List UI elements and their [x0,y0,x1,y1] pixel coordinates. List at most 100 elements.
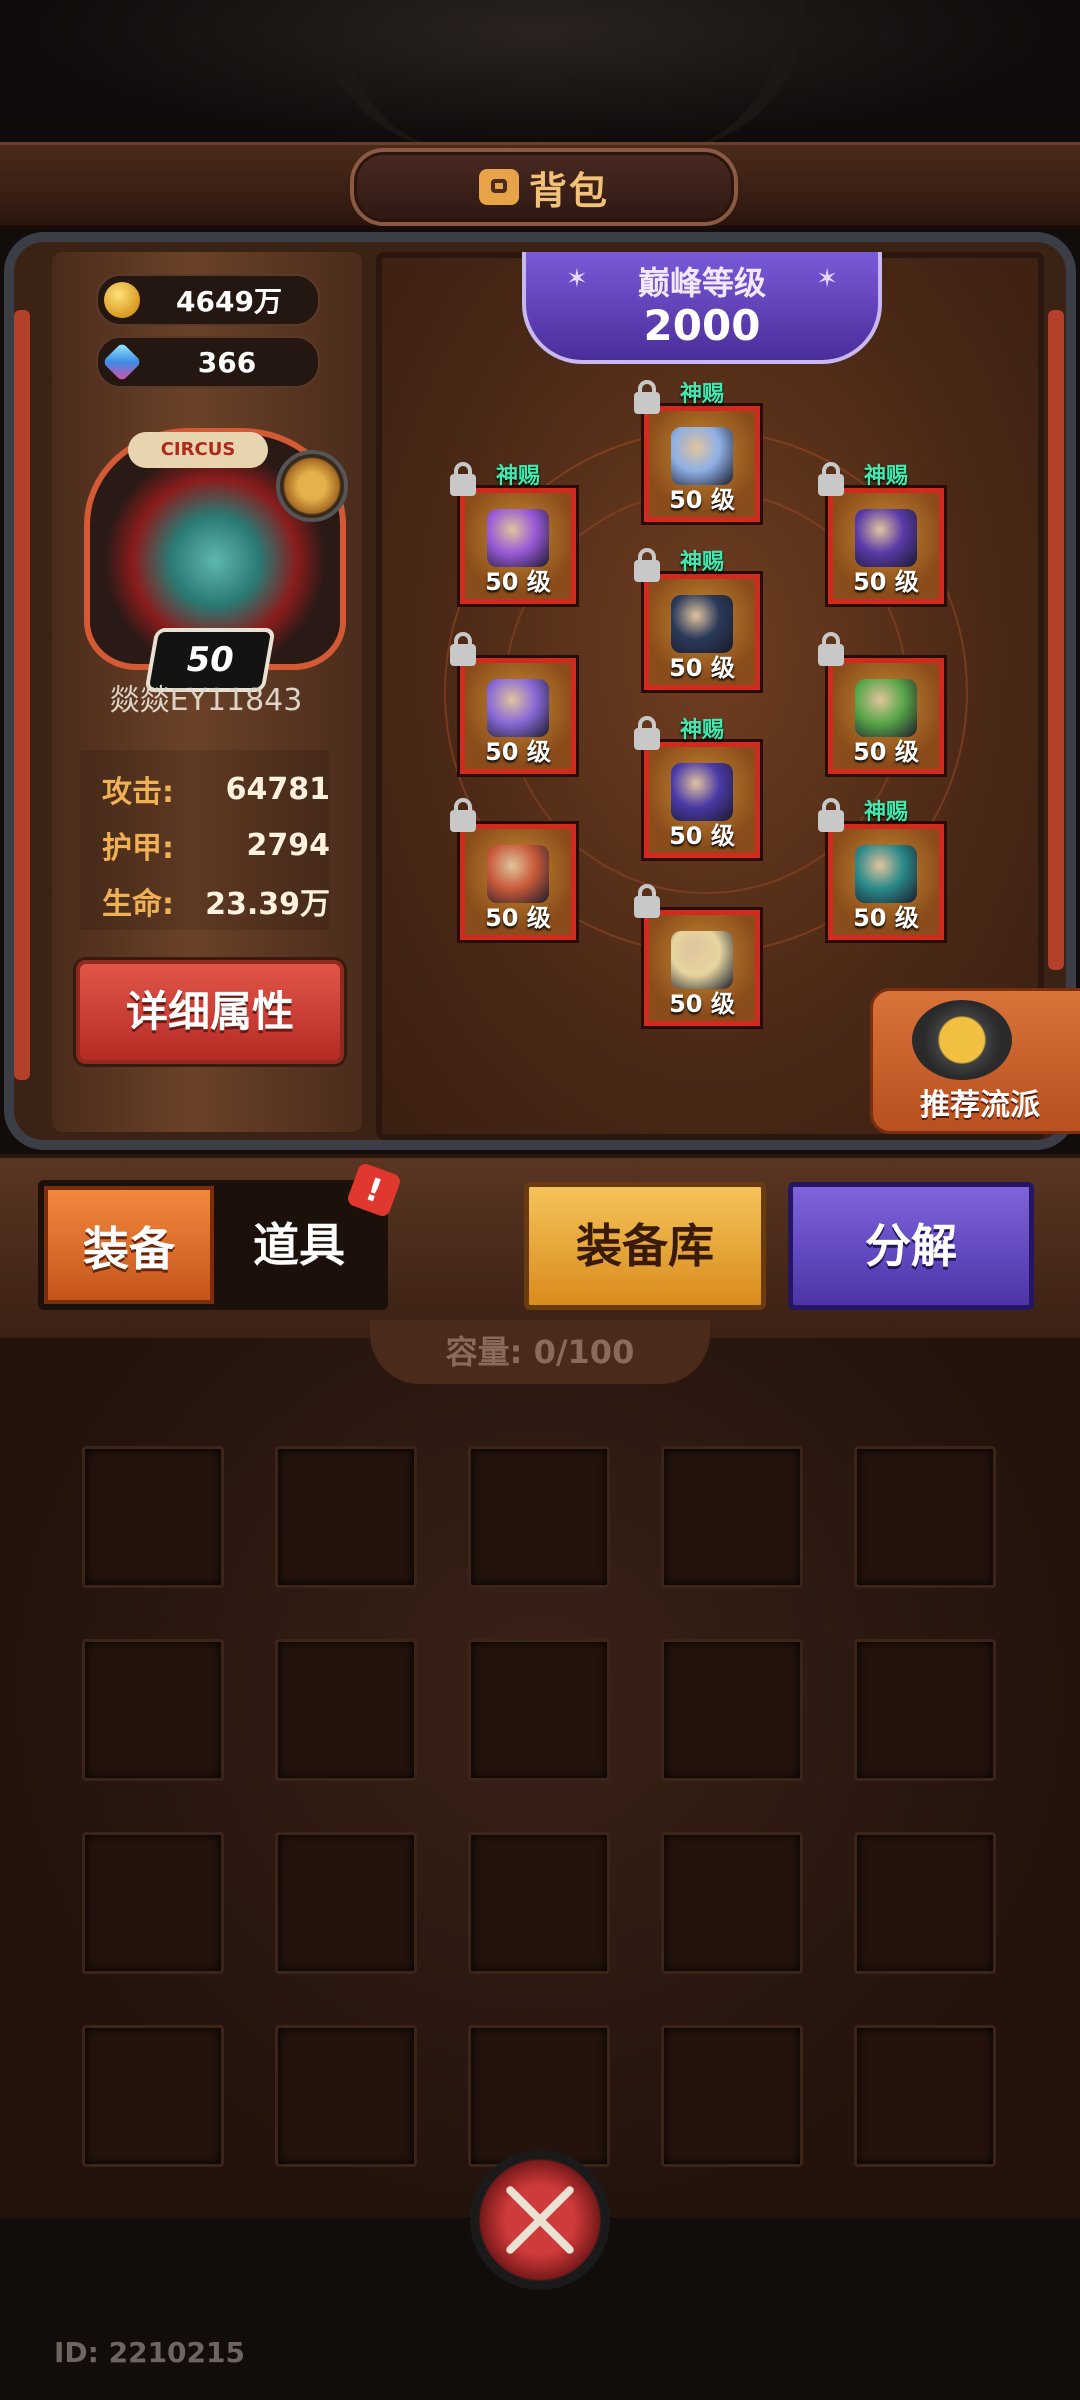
slot-level: 50 级 [853,904,919,932]
stat-value: 2794 [246,827,331,863]
hat-item-icon [671,427,733,485]
slot-level: 50 级 [669,654,735,682]
player-name: 燚燚EY11843 [109,683,303,718]
stat-label: 护甲: [102,831,174,866]
gem-display: 366 [96,336,320,388]
slot-level: 50 级 [485,568,551,596]
stat-health: 生命: 23.39万 [102,876,330,926]
equipment-slot-armor[interactable]: 50 级 [644,574,760,690]
inventory-cell[interactable] [275,2025,417,2167]
inventory-cell[interactable] [661,1446,803,1588]
header-plate: 背包 [350,148,738,226]
slot-level: 50 级 [669,822,735,850]
recommend-build-label: 推荐流派 [920,1088,1040,1123]
player-id: ID: 2210215 [54,2336,245,2369]
close-button[interactable] [470,2150,610,2290]
lock-icon [818,632,844,666]
lock-icon [634,716,660,750]
avatar-circus-sign: CIRCUS [128,432,268,468]
inventory-cell[interactable] [82,1446,224,1588]
inventory-cell[interactable] [82,1832,224,1974]
page-title: 背包 [528,168,609,213]
capacity-label: 容量: 0/100 [370,1320,710,1384]
shoulder-item-icon [487,509,549,567]
equipment-slot-necklace[interactable]: 50 级 [828,488,944,604]
lock-icon [450,798,476,832]
top-ornament [320,0,804,150]
star-icon: ✶ [816,264,838,294]
stat-value: 23.39万 [205,887,330,922]
decompose-button[interactable]: 分解 [788,1182,1034,1310]
tab-equipment[interactable]: 装备 [44,1186,214,1304]
equipment-slot-gloves[interactable]: 50 级 [460,658,576,774]
slot-level: 50 级 [485,904,551,932]
inventory-cell[interactable] [468,1639,610,1781]
equipment-slot-book[interactable]: 50 级 [828,824,944,940]
stats-box: 攻击: 64781 护甲: 2794 生命: 23.39万 [80,750,330,930]
inventory-cell[interactable] [82,1639,224,1781]
equipment-slot-boots[interactable]: 50 级 [644,910,760,1026]
inventory-cell[interactable] [854,1446,996,1588]
inventory-cell[interactable] [854,1832,996,1974]
lock-icon [450,462,476,496]
stat-attack: 攻击: 64781 [102,764,330,814]
boots-item-icon [671,931,733,989]
inventory-cell[interactable] [854,2025,996,2167]
stat-armor: 护甲: 2794 [102,820,330,870]
inventory-cell[interactable] [275,1639,417,1781]
lock-icon [634,380,660,414]
slot-level: 50 级 [669,486,735,514]
inventory-cell[interactable] [275,1446,417,1588]
lock-icon [818,798,844,832]
equipment-slot-hat[interactable]: 50 级 [644,406,760,522]
gold-display: 4649万 [96,274,320,326]
inventory-cell[interactable] [82,2025,224,2167]
divine-label: 神赐 [680,382,725,407]
divine-label: 神赐 [864,464,909,489]
peak-level-banner[interactable]: ✶ ✶ 巅峰等级 2000 [522,252,882,364]
inventory-cell[interactable] [854,1639,996,1781]
star-icon: ✶ [566,264,588,294]
equipment-slot-pants[interactable]: 50 级 [644,742,760,858]
pants-item-icon [671,763,733,821]
refresh-icon[interactable] [276,450,348,522]
bag-icon [478,169,519,205]
necklace-item-icon [855,509,917,567]
book-item-icon [855,845,917,903]
stat-label: 生命: [102,887,174,922]
thumbs-up-icon [912,1000,1012,1080]
slot-level: 50 级 [853,568,919,596]
slot-level: 50 级 [669,990,735,1018]
divine-label: 神赐 [864,800,909,825]
inventory-cell[interactable] [275,1832,417,1974]
divine-label: 神赐 [680,718,725,743]
equipment-slot-shoulder[interactable]: 50 级 [460,488,576,604]
gold-amount: 4649万 [176,285,282,318]
lock-icon [634,548,660,582]
equipment-vault-button[interactable]: 装备库 [524,1182,766,1310]
frame-stripe-right [1048,310,1064,970]
gem-amount: 366 [197,345,257,379]
bracelet-item-icon [855,679,917,737]
armor-item-icon [671,595,733,653]
weapon-item-icon [487,845,549,903]
coin-icon [104,282,140,318]
equipment-slot-bracelet[interactable]: 50 级 [828,658,944,774]
peak-level-value: 2000 [643,301,761,350]
inventory-cell[interactable] [661,1639,803,1781]
gloves-item-icon [487,679,549,737]
inventory-cell[interactable] [468,1832,610,1974]
lock-icon [818,462,844,496]
inventory-cell[interactable] [661,2025,803,2167]
slot-level: 50 级 [853,738,919,766]
slot-level: 50 级 [485,738,551,766]
inventory-cell[interactable] [661,1832,803,1974]
stat-label: 攻击: [102,775,174,810]
divine-label: 神赐 [680,550,725,575]
divine-label: 神赐 [496,464,541,489]
inventory-cell[interactable] [468,2025,610,2167]
stat-value: 64781 [225,771,330,807]
detail-attributes-button[interactable]: 详细属性 [76,960,344,1064]
equipment-slot-weapon[interactable]: 50 级 [460,824,576,940]
inventory-cell[interactable] [468,1446,610,1588]
